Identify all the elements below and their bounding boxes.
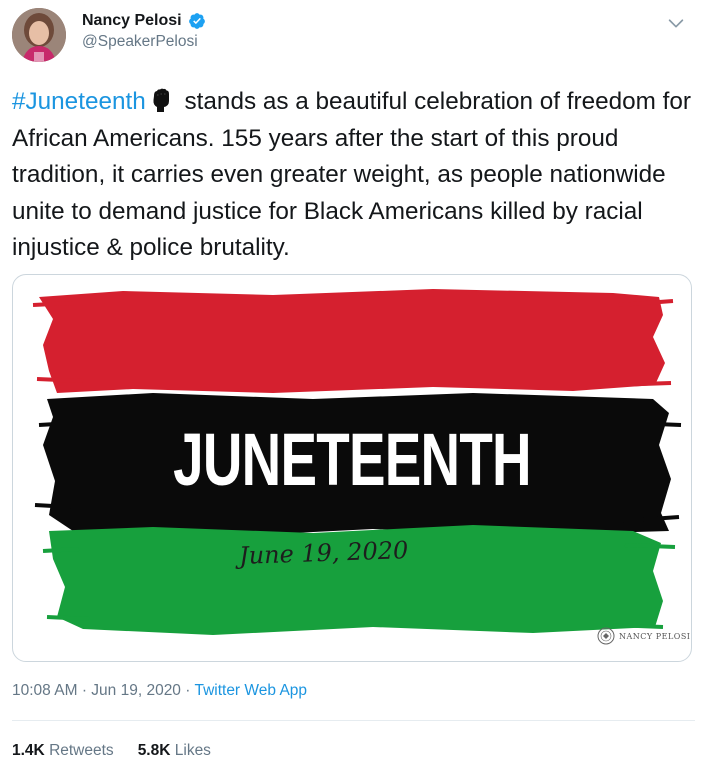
tweet-time[interactable]: 10:08 AM bbox=[12, 682, 78, 699]
banner-date: June 19, 2020 bbox=[238, 536, 409, 570]
watermark-text: NANCY PELOSI bbox=[619, 631, 691, 641]
tweet-stats: 1.4K Retweets 5.8K Likes bbox=[12, 742, 211, 760]
divider bbox=[12, 720, 695, 721]
tweet-date[interactable]: Jun 19, 2020 bbox=[91, 682, 181, 699]
author-info: Nancy Pelosi @SpeakerPelosi bbox=[82, 12, 206, 51]
verified-badge-icon bbox=[188, 13, 205, 29]
tweet-meta: 10:08 AM · Jun 19, 2020 · Twitter Web Ap… bbox=[12, 682, 307, 700]
display-name[interactable]: Nancy Pelosi bbox=[82, 12, 182, 30]
retweets-stat[interactable]: 1.4K Retweets bbox=[12, 742, 114, 760]
hashtag-link[interactable]: #Juneteenth bbox=[12, 88, 146, 115]
likes-count: 5.8K bbox=[137, 742, 171, 759]
likes-stat[interactable]: 5.8K Likes bbox=[138, 742, 211, 760]
banner-title: JUNETEENTH bbox=[173, 418, 531, 501]
media-card[interactable]: JUNETEENTH June 19, 2020 NANCY PELOSI bbox=[12, 274, 692, 662]
avatar-image bbox=[12, 8, 66, 62]
retweets-count: 1.4K bbox=[12, 742, 45, 759]
author-handle[interactable]: @SpeakerPelosi bbox=[82, 33, 206, 51]
avatar[interactable] bbox=[12, 8, 66, 62]
watermark: NANCY PELOSI bbox=[597, 627, 690, 645]
tweet-text: #Juneteenth stands as a beautiful celebr… bbox=[12, 84, 698, 267]
meta-separator: · bbox=[185, 682, 191, 699]
retweets-label: Retweets bbox=[49, 742, 114, 759]
likes-label: Likes bbox=[174, 742, 211, 759]
chevron-down-icon[interactable] bbox=[665, 12, 687, 34]
meta-separator: · bbox=[81, 682, 87, 699]
seal-icon bbox=[597, 627, 615, 645]
tweet-header: Nancy Pelosi @SpeakerPelosi bbox=[12, 8, 695, 64]
tweet-source-link[interactable]: Twitter Web App bbox=[194, 682, 307, 699]
raised-fist-icon bbox=[153, 88, 169, 112]
